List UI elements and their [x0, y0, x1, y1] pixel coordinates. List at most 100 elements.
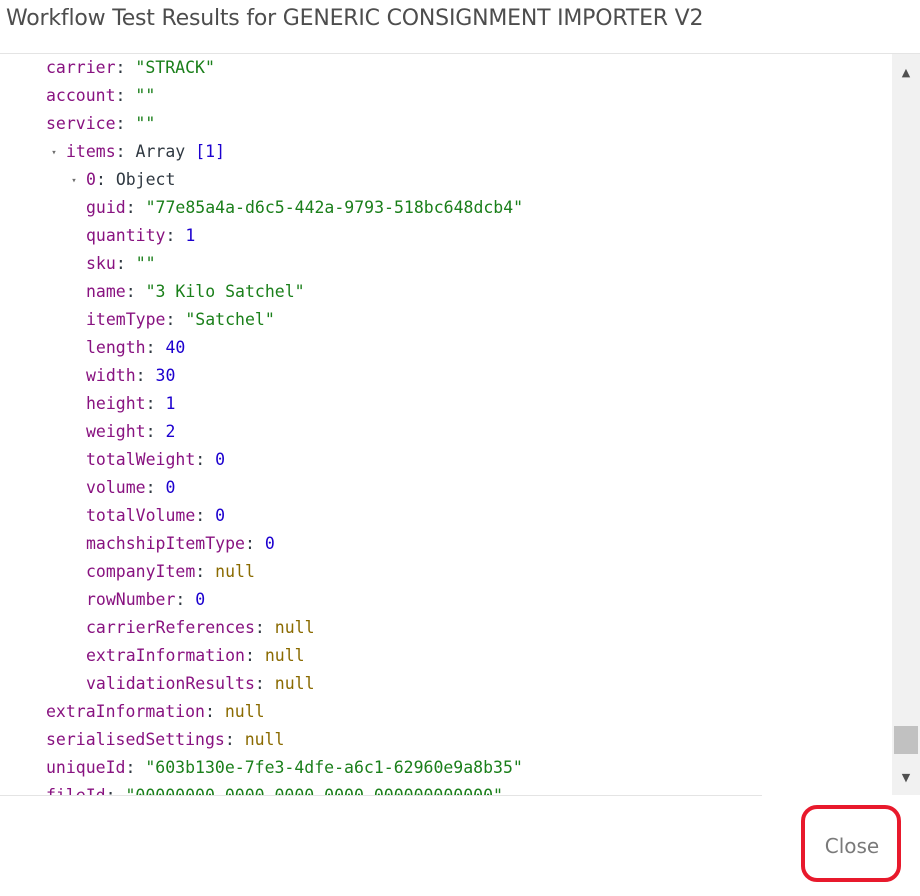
- json-colon: :: [254, 618, 275, 637]
- json-value: 0: [215, 450, 226, 469]
- json-line-rownumber: rowNumber: 0: [86, 586, 205, 614]
- json-colon: :: [115, 254, 136, 273]
- json-key: rowNumber: [86, 590, 176, 609]
- json-line-extrainformation: extraInformation: null: [86, 642, 305, 670]
- json-key: extraInformation: [46, 702, 205, 721]
- results-panel[interactable]: carrier: "STRACK" account: "" service: "" ▾…: [0, 54, 892, 795]
- json-line-extrainformation: extraInformation: null: [46, 698, 265, 726]
- expand-triangle-icon[interactable]: ▾: [66, 167, 82, 195]
- json-value: "00000000-0000-0000-0000-000000000000": [125, 786, 503, 795]
- json-line-volume: volume: 0: [86, 474, 175, 502]
- json-value: "77e85a4a-d6c5-442a-9793-518bc648dcb4": [145, 198, 524, 217]
- json-value: 0: [215, 506, 226, 525]
- json-line-weight: weight: 2: [86, 418, 175, 446]
- json-key: machshipItemType: [86, 534, 245, 553]
- json-key: items: [66, 142, 116, 161]
- json-array-count: [1]: [195, 142, 226, 161]
- json-key: carrier: [46, 58, 116, 77]
- json-line-0[interactable]: ▾ 0: Object: [71, 166, 175, 194]
- json-colon: :: [165, 310, 186, 329]
- json-key: length: [86, 338, 146, 357]
- json-colon: :: [195, 562, 216, 581]
- json-colon: :: [106, 786, 126, 795]
- json-line-totalweight: totalWeight: 0: [86, 446, 225, 474]
- json-key: sku: [86, 254, 116, 273]
- json-colon: :: [145, 422, 166, 441]
- json-colon: :: [224, 730, 245, 749]
- json-line-service: service: "": [46, 110, 155, 138]
- json-key: carrierReferences: [86, 618, 255, 637]
- json-value: "": [135, 86, 156, 105]
- json-colon: :: [195, 450, 216, 469]
- json-line-machshipitemtype: machshipItemType: 0: [86, 530, 275, 558]
- json-value: 2: [165, 422, 176, 441]
- json-colon: :: [145, 338, 166, 357]
- json-line-quantity: quantity: 1: [86, 222, 195, 250]
- json-key: width: [86, 366, 136, 385]
- scrollbar-thumb[interactable]: [894, 726, 918, 754]
- json-colon: :: [165, 226, 186, 245]
- json-line-carrier: carrier: "STRACK": [46, 54, 215, 82]
- json-value: null: [274, 618, 315, 637]
- json-line-validationresults: validationResults: null: [86, 670, 315, 698]
- json-value: "": [135, 254, 156, 273]
- json-colon: :: [125, 758, 146, 777]
- json-value: 0: [165, 478, 176, 497]
- json-value: 40: [165, 338, 186, 357]
- json-key: totalWeight: [86, 450, 196, 469]
- json-colon: :: [145, 478, 166, 497]
- json-value: "STRACK": [135, 58, 215, 77]
- expand-triangle-icon[interactable]: ▾: [46, 139, 62, 167]
- json-line-serialisedsettings: serialisedSettings: null: [46, 726, 284, 754]
- json-colon: :: [145, 394, 166, 413]
- json-key: name: [86, 282, 126, 301]
- json-line-items[interactable]: ▾ items: Array [1]: [51, 138, 226, 166]
- json-line-width: width: 30: [86, 362, 175, 390]
- json-key: height: [86, 394, 146, 413]
- json-line-name: name: "3 Kilo Satchel": [86, 278, 305, 306]
- json-value: null: [224, 702, 265, 721]
- json-colon: :: [125, 282, 146, 301]
- json-value: 0: [195, 590, 206, 609]
- json-key: validationResults: [86, 674, 255, 693]
- json-value: "603b130e-7fe3-4dfe-a6c1-62960e9a8b35": [145, 758, 523, 777]
- json-key: guid: [86, 198, 126, 217]
- json-key: service: [46, 114, 116, 133]
- json-colon: :: [125, 198, 146, 217]
- json-line-totalvolume: totalVolume: 0: [86, 502, 225, 530]
- json-value: "": [135, 114, 156, 133]
- json-value: "3 Kilo Satchel": [145, 282, 305, 301]
- json-colon: :: [204, 702, 225, 721]
- json-colon: :: [244, 534, 265, 553]
- close-button[interactable]: Close: [808, 814, 896, 878]
- json-line-carrierreferences: carrierReferences: null: [86, 614, 315, 642]
- json-line-length: length: 40: [86, 334, 185, 362]
- json-line-account: account: "": [46, 82, 155, 110]
- json-line-guid: guid: "77e85a4a-d6c5-442a-9793-518bc648d…: [86, 194, 523, 222]
- json-key: uniqueId: [46, 758, 126, 777]
- dialog-title: Workflow Test Results for GENERIC CONSIG…: [6, 6, 704, 31]
- json-line-height: height: 1: [86, 390, 175, 418]
- json-value: 1: [165, 394, 176, 413]
- json-value: null: [274, 674, 315, 693]
- footer-divider: [0, 795, 762, 796]
- json-colon: :: [254, 674, 275, 693]
- json-value: null: [264, 646, 305, 665]
- json-value: 30: [155, 366, 176, 385]
- scroll-up-arrow-icon[interactable]: ▲: [892, 54, 920, 90]
- scroll-down-arrow-icon[interactable]: ▼: [892, 759, 920, 795]
- json-key: account: [46, 86, 116, 105]
- json-key: 0: [86, 170, 96, 189]
- json-colon: :: [115, 142, 136, 161]
- vertical-scrollbar[interactable]: ▲ ▼: [892, 54, 920, 795]
- json-key: itemType: [86, 310, 166, 329]
- dialog-header: Workflow Test Results for GENERIC CONSIG…: [0, 0, 920, 52]
- json-colon: :: [244, 646, 265, 665]
- json-colon: :: [175, 590, 196, 609]
- json-key: volume: [86, 478, 146, 497]
- json-key: fileId: [46, 786, 106, 795]
- json-key: quantity: [86, 226, 166, 245]
- json-colon: :: [135, 366, 156, 385]
- json-line-companyitem: companyItem: null: [86, 558, 255, 586]
- json-colon: :: [195, 506, 216, 525]
